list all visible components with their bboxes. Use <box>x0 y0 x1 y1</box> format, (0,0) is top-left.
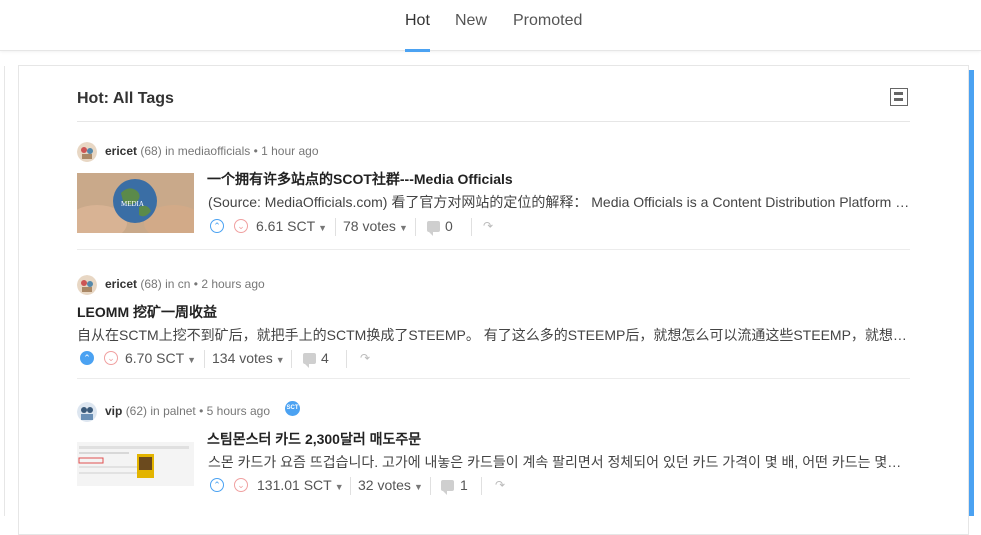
votes-count[interactable]: 134 votes ▼ <box>212 350 285 366</box>
post-actions: ⌃ ⌄ 6.61 SCT ▼ 78 votes ▼ 0 ↷ <box>210 218 510 238</box>
chevron-down-icon: ▼ <box>398 223 408 233</box>
in-label: in <box>150 404 160 418</box>
chevron-down-icon: ▼ <box>318 223 328 233</box>
divider <box>346 350 347 368</box>
divider <box>204 350 205 368</box>
left-sidebar-edge <box>0 66 5 516</box>
reblog-icon[interactable]: ↷ <box>483 220 495 232</box>
post-time: • 2 hours ago <box>193 277 265 291</box>
upvote-icon[interactable]: ⌃ <box>80 351 94 365</box>
downvote-icon[interactable]: ⌄ <box>234 219 248 233</box>
tab-new[interactable]: New <box>455 12 487 50</box>
votes-count[interactable]: 32 votes ▼ <box>358 477 423 493</box>
post-excerpt[interactable]: (Source: MediaOfficials.com) 看了官方对网站的定位的… <box>208 192 910 212</box>
author-reputation: (68) <box>140 277 162 291</box>
post-time: • 5 hours ago <box>199 404 271 418</box>
post-title[interactable]: LEOMM 挖矿一周收益 <box>77 302 217 322</box>
chevron-down-icon: ▼ <box>334 482 344 492</box>
divider <box>481 477 482 495</box>
post-time: • 1 hour ago <box>253 144 319 158</box>
community-link[interactable]: palnet <box>163 404 196 418</box>
divider <box>291 350 292 368</box>
divider <box>430 477 431 495</box>
post-excerpt[interactable]: 自从在SCTM上挖不到矿后，就把手上的SCTM换成了STEEMP。 有了这么多的… <box>77 325 907 345</box>
comment-count[interactable]: 0 <box>445 218 453 234</box>
community-link[interactable]: mediaofficials <box>178 144 250 158</box>
chevron-down-icon: ▼ <box>187 355 197 365</box>
upvote-icon[interactable]: ⌃ <box>210 478 224 492</box>
post-item: ericet (68) in mediaofficials • 1 hour a… <box>77 142 910 250</box>
author-link[interactable]: vip <box>105 404 122 418</box>
post-excerpt[interactable]: 스몬 카드가 요즘 뜨겁습니다. 고가에 내놓은 카드들이 계속 팔리면서 정체… <box>208 452 910 472</box>
top-nav-bar: Hot New Promoted <box>0 0 981 52</box>
divider <box>350 477 351 495</box>
community-link[interactable]: cn <box>178 277 191 291</box>
comment-icon[interactable] <box>303 353 316 368</box>
post-divider <box>77 249 910 250</box>
comment-icon[interactable] <box>427 221 440 236</box>
author-reputation: (62) <box>125 404 148 418</box>
post-actions: ⌃ ⌄ 131.01 SCT ▼ 32 votes ▼ 1 ↷ <box>210 477 510 497</box>
post-thumbnail[interactable] <box>77 442 194 486</box>
title-divider <box>77 121 910 122</box>
avatar[interactable] <box>77 402 97 422</box>
feed-tabs: Hot New Promoted <box>0 0 981 52</box>
divider <box>471 218 472 236</box>
comment-count[interactable]: 4 <box>321 350 329 366</box>
upvote-icon[interactable]: ⌃ <box>210 219 224 233</box>
divider <box>335 218 336 236</box>
downvote-icon[interactable]: ⌄ <box>234 478 248 492</box>
post-divider <box>77 378 910 379</box>
payout-value[interactable]: 6.70 SCT ▼ <box>125 350 196 366</box>
post-item: ericet (68) in cn • 2 hours ago LEOMM 挖矿… <box>77 275 910 379</box>
author-link[interactable]: ericet <box>105 277 137 291</box>
post-title[interactable]: 스팀몬스터 카드 2,300달러 매도주문 <box>207 429 421 449</box>
list-view-icon[interactable] <box>890 88 908 106</box>
reblog-icon[interactable]: ↷ <box>360 352 372 364</box>
scrollbar[interactable] <box>969 70 974 516</box>
in-label: in <box>165 277 175 291</box>
sct-token-badge: SCT <box>285 401 300 416</box>
comment-count[interactable]: 1 <box>460 477 468 493</box>
author-link[interactable]: ericet <box>105 144 137 158</box>
chevron-down-icon: ▼ <box>275 355 285 365</box>
payout-value[interactable]: 6.61 SCT ▼ <box>256 218 327 234</box>
downvote-icon[interactable]: ⌄ <box>104 351 118 365</box>
avatar[interactable] <box>77 142 97 162</box>
post-actions: ⌃ ⌄ 6.70 SCT ▼ 134 votes ▼ 4 ↷ <box>80 350 380 370</box>
avatar[interactable] <box>77 275 97 295</box>
post-item: vip (62) in palnet • 5 hours ago SCT 스팀몬… <box>77 401 910 516</box>
divider <box>415 218 416 236</box>
payout-value[interactable]: 131.01 SCT ▼ <box>257 477 344 493</box>
comment-icon[interactable] <box>441 480 454 495</box>
chevron-down-icon: ▼ <box>413 482 423 492</box>
in-label: in <box>165 144 175 158</box>
post-thumbnail[interactable]: MEDIA <box>77 173 194 233</box>
votes-count[interactable]: 78 votes ▼ <box>343 218 408 234</box>
tab-promoted[interactable]: Promoted <box>513 12 582 50</box>
tab-hot[interactable]: Hot <box>405 12 430 52</box>
feed-title: Hot: All Tags <box>77 90 174 107</box>
post-title[interactable]: 一个拥有许多站点的SCOT社群---Media Officials <box>207 169 513 189</box>
author-reputation: (68) <box>140 144 162 158</box>
svg-text:MEDIA: MEDIA <box>121 200 144 208</box>
reblog-icon[interactable]: ↷ <box>495 479 507 491</box>
